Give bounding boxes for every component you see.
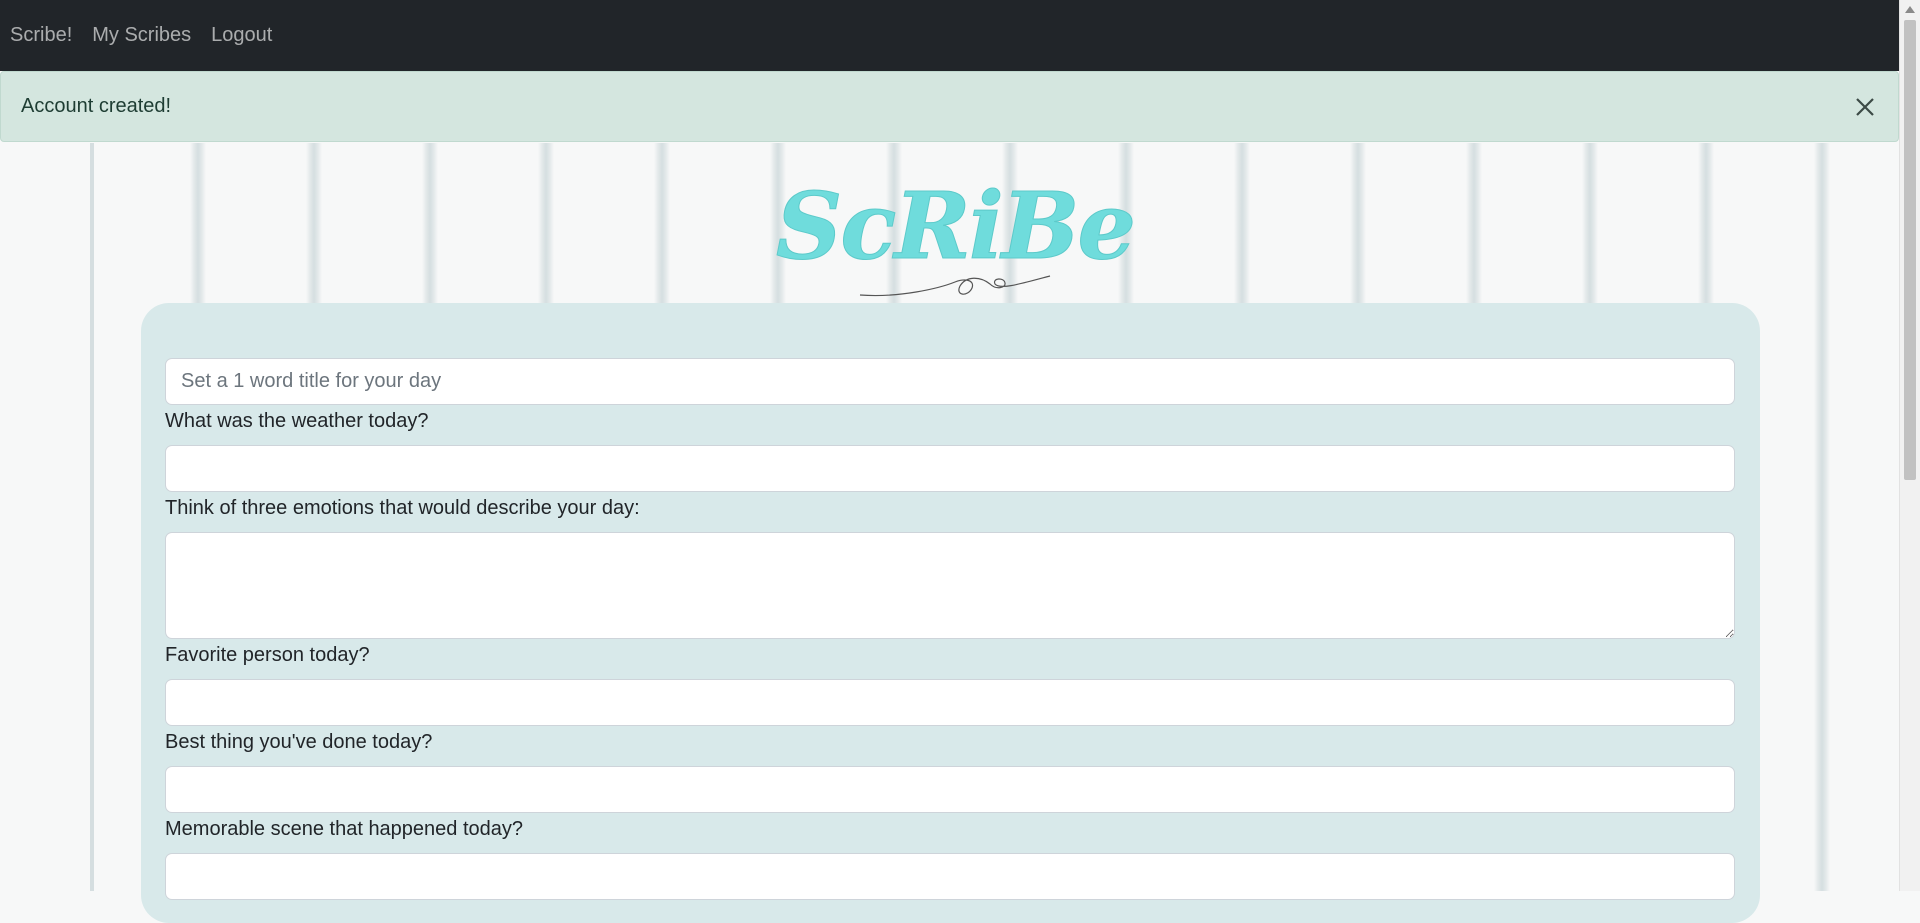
scribe-logo: ScRiBe	[730, 172, 1190, 305]
nav-my-scribes-link[interactable]: My Scribes	[92, 24, 191, 47]
success-alert: Account created!	[0, 71, 1899, 142]
nav-logout-link[interactable]: Logout	[211, 24, 272, 47]
scroll-up-arrow-icon[interactable]	[1905, 6, 1915, 13]
page-scrollbar[interactable]	[1899, 0, 1920, 891]
logo-text: ScRiBe	[776, 180, 1134, 280]
close-icon[interactable]	[1850, 92, 1880, 122]
best-thing-input[interactable]	[165, 766, 1735, 813]
background-edge	[90, 143, 94, 891]
navbar: Scribe! My Scribes Logout	[0, 0, 1900, 71]
favorite-person-input[interactable]	[165, 679, 1735, 726]
favorite-person-label: Favorite person today?	[165, 644, 370, 666]
day-title-input[interactable]	[165, 358, 1735, 405]
nav-brand-link[interactable]: Scribe!	[10, 24, 72, 47]
weather-label: What was the weather today?	[165, 410, 429, 432]
memorable-scene-input[interactable]	[165, 853, 1735, 900]
emotions-textarea[interactable]	[165, 532, 1735, 639]
alert-message: Account created!	[21, 95, 172, 117]
best-thing-label: Best thing you've done today?	[165, 731, 433, 753]
scrollbar-thumb[interactable]	[1904, 20, 1916, 480]
weather-input[interactable]	[165, 445, 1735, 492]
memorable-scene-label: Memorable scene that happened today?	[165, 818, 524, 840]
emotions-label: Think of three emotions that would descr…	[165, 497, 640, 519]
